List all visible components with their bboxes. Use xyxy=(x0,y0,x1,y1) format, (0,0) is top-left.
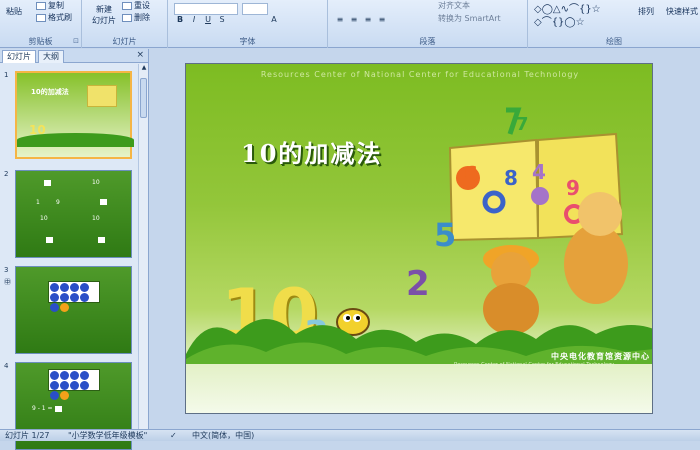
font-group-label: 字体 xyxy=(239,37,256,46)
thumb-book xyxy=(87,85,117,107)
align-left-icon[interactable]: ≡ xyxy=(334,14,346,25)
drawing-group-label: 绘图 xyxy=(606,37,622,46)
thumb-box xyxy=(98,237,105,243)
digit-6: 6 xyxy=(464,162,478,186)
digit-8: 8 xyxy=(504,166,518,190)
copy-label: 复制 xyxy=(48,1,64,10)
brush-icon xyxy=(36,13,46,22)
digit-7: 7 xyxy=(516,114,529,135)
new-slide-label2: 幻灯片 xyxy=(92,16,116,25)
panel-scrollbar[interactable]: ▲ xyxy=(138,64,148,429)
language-indicator[interactable]: 中文(简体，中国) xyxy=(192,430,254,441)
delete-label: 删除 xyxy=(134,13,150,22)
thumb-label: 10 xyxy=(40,215,48,222)
thumb-number: 3 xyxy=(4,266,9,274)
panel-tabs: 幻灯片 大纲 × xyxy=(0,49,148,63)
thumb-number: 2 xyxy=(4,170,9,178)
tab-slides[interactable]: 幻灯片 xyxy=(2,50,36,63)
justify-icon[interactable]: ≡ xyxy=(376,14,388,25)
thumb-box xyxy=(54,405,62,412)
slide-canvas: Resources Center of National Center for … xyxy=(150,49,700,429)
slide-title: 10的加减法 xyxy=(241,139,383,168)
reset-icon xyxy=(122,1,132,10)
template-name: "小学数学低年级模板" xyxy=(68,431,148,440)
thumb-title: 10的加减法 xyxy=(31,88,69,96)
thumb-dot-grid xyxy=(48,369,100,400)
thumb-box xyxy=(46,237,53,243)
clipboard-group: 粘贴 复制 格式刷 剪贴板 ⊡ xyxy=(0,0,82,48)
shapes-gallery-row2[interactable]: ◇⌒{}◯☆ xyxy=(534,13,585,28)
delete-icon xyxy=(122,13,132,22)
paragraph-group-label: 段落 xyxy=(419,37,436,46)
arrange-button[interactable]: 排列 xyxy=(638,6,654,17)
convert-smartart-button[interactable]: 转换为 SmartArt xyxy=(438,13,501,24)
reset-label: 重设 xyxy=(134,1,150,10)
thumb-number: 4 xyxy=(4,362,9,370)
align-right-icon[interactable]: ≡ xyxy=(362,14,374,25)
new-slide-label: 新建 xyxy=(96,5,112,14)
thumb-label: 10 xyxy=(92,179,100,186)
underline-icon[interactable]: U xyxy=(202,14,214,25)
format-painter-label: 格式刷 xyxy=(48,13,72,22)
thumb-number: 1 xyxy=(4,71,9,79)
new-slide-button[interactable]: 新建 幻灯片 xyxy=(92,4,116,26)
quick-styles-button[interactable]: 快速样式 xyxy=(666,6,698,17)
paste-button[interactable]: 粘贴 xyxy=(6,6,22,17)
ribbon: 粘贴 复制 格式刷 剪贴板 ⊡ 新建幻灯片 重设 删除 幻灯片 B I U S … xyxy=(0,0,700,48)
slides-group-label: 幻灯片 xyxy=(112,37,137,46)
copy-button[interactable]: 复制 xyxy=(36,0,64,11)
thumb-box xyxy=(100,199,107,205)
paragraph-group: ≡ ≡ ≡ ≡ 对齐文本 转换为 SmartArt 段落 xyxy=(328,0,528,48)
strikethrough-icon[interactable]: S xyxy=(216,14,228,25)
drawing-group: ◇◯△∿⌒{}☆ ◇⌒{}◯☆ 排列 快速样式 绘图 xyxy=(528,0,700,48)
arrange-label: 排列 xyxy=(638,7,654,16)
ncet-logo-en: Resources Center of National Center for … xyxy=(454,362,615,368)
status-bar: 幻灯片 1/27 "小学数学低年级模板" ✓ 中文(简体，中国) xyxy=(0,429,700,441)
slide-1[interactable]: Resources Center of National Center for … xyxy=(185,63,653,414)
tab-outline[interactable]: 大纲 xyxy=(38,50,64,63)
thumb-box xyxy=(44,180,51,186)
thumb-label: 10 xyxy=(92,215,100,222)
thumb-bushes xyxy=(17,133,134,147)
thumb-dot-grid xyxy=(48,281,100,312)
clipboard-group-label: 剪贴板 xyxy=(28,37,53,46)
slide-thumbnail-1[interactable]: 10的加减法 10 xyxy=(15,71,134,159)
copy-icon xyxy=(36,1,46,10)
convert-smartart-label: 转换为 SmartArt xyxy=(438,14,501,23)
ncet-logo-cn: 中央电化教育馆资源中心 xyxy=(551,352,650,361)
format-painter-button[interactable]: 格式刷 xyxy=(36,12,72,23)
thumb-note-icon: ㊥ xyxy=(4,278,11,286)
delete-button[interactable]: 删除 xyxy=(122,12,150,23)
align-text-label: 对齐文本 xyxy=(438,1,470,10)
slides-panel: 幻灯片 大纲 × 1 10的加减法 10 2 10 10 1 9 10 3 ㊥ … xyxy=(0,49,149,450)
bold-icon[interactable]: B xyxy=(174,14,186,25)
align-center-icon[interactable]: ≡ xyxy=(348,14,360,25)
digit-9: 9 xyxy=(566,176,580,200)
thumb-label: 9 xyxy=(56,199,60,206)
slide-watermark: Resources Center of National Center for … xyxy=(260,70,580,79)
digit-4: 4 xyxy=(532,160,546,184)
thumb-label: 1 xyxy=(36,199,40,206)
paste-label: 粘贴 xyxy=(6,7,22,16)
slide-thumbnail-2[interactable]: 10 10 1 9 10 xyxy=(15,170,132,258)
slide-counter: 幻灯片 1/27 xyxy=(5,431,50,440)
digit-5: 5 xyxy=(434,216,457,254)
reset-button[interactable]: 重设 xyxy=(122,0,150,11)
scroll-up-icon[interactable]: ▲ xyxy=(140,64,148,72)
font-color-icon[interactable]: A xyxy=(268,14,280,25)
font-size-dropdown[interactable] xyxy=(242,3,268,15)
slide-thumbnail-3[interactable] xyxy=(15,266,132,354)
spellcheck-icon[interactable]: ✓ xyxy=(170,430,177,441)
italic-icon[interactable]: I xyxy=(188,14,200,25)
slides-group: 新建幻灯片 重设 删除 幻灯片 xyxy=(82,0,168,48)
thumb-equation-text: 9 - 1 = xyxy=(32,405,53,412)
close-panel-icon[interactable]: × xyxy=(136,50,144,60)
font-group: B I U S A 字体 xyxy=(168,0,328,48)
quick-styles-label: 快速样式 xyxy=(666,7,698,16)
scroll-thumb[interactable] xyxy=(140,78,147,118)
thumb-equation: 9 - 1 = xyxy=(32,405,62,412)
align-text-button[interactable]: 对齐文本 xyxy=(438,0,470,11)
dialog-launcher-icon[interactable]: ⊡ xyxy=(73,37,79,45)
